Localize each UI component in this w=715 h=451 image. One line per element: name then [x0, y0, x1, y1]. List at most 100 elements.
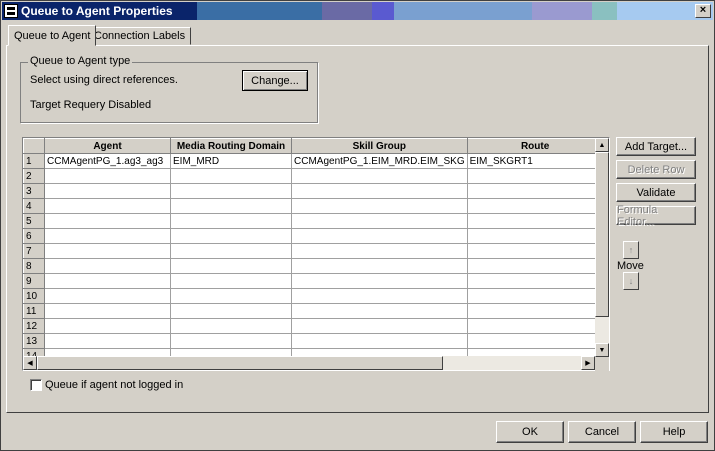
cell-media-routing-domain[interactable] [170, 318, 292, 334]
table-row[interactable]: 6 [23, 228, 604, 244]
cell-route[interactable] [466, 168, 604, 184]
cell-route[interactable] [466, 243, 604, 259]
move-up-icon[interactable]: ↑ [623, 241, 639, 259]
cell-skill-group[interactable] [291, 198, 468, 214]
row-number[interactable]: 9 [23, 273, 45, 289]
cell-media-routing-domain[interactable] [170, 183, 292, 199]
cell-agent[interactable] [44, 183, 171, 199]
cell-agent[interactable] [44, 198, 171, 214]
cell-media-routing-domain[interactable] [170, 258, 292, 274]
horizontal-scroll-thumb[interactable] [37, 356, 443, 370]
table-row[interactable]: 7 [23, 243, 604, 259]
cell-media-routing-domain[interactable] [170, 168, 292, 184]
col-header-skill-group[interactable]: Skill Group [291, 138, 468, 154]
row-number[interactable]: 10 [23, 288, 45, 304]
cell-route[interactable] [466, 333, 604, 349]
cell-route[interactable] [466, 258, 604, 274]
table-row[interactable]: 12 [23, 318, 604, 334]
cell-skill-group[interactable] [291, 333, 468, 349]
cell-agent[interactable] [44, 168, 171, 184]
validate-button[interactable]: Validate [616, 183, 696, 202]
cell-agent[interactable] [44, 303, 171, 319]
cell-route[interactable] [466, 288, 604, 304]
row-number[interactable]: 2 [23, 168, 45, 184]
table-row[interactable]: 9 [23, 273, 604, 289]
tab-connection-labels[interactable]: Connection Labels [88, 27, 192, 45]
col-header-agent[interactable]: Agent [44, 138, 171, 154]
close-button[interactable]: × [695, 4, 711, 18]
cell-media-routing-domain[interactable] [170, 333, 292, 349]
cell-media-routing-domain[interactable] [170, 198, 292, 214]
cell-agent[interactable] [44, 273, 171, 289]
vertical-scrollbar[interactable]: ▲ ▼ [595, 138, 609, 357]
cell-skill-group[interactable] [291, 213, 468, 229]
table-row[interactable]: 5 [23, 213, 604, 229]
table-row[interactable]: 2 [23, 168, 604, 184]
cell-route[interactable] [466, 213, 604, 229]
cell-skill-group[interactable] [291, 303, 468, 319]
cell-agent[interactable] [44, 213, 171, 229]
cell-skill-group[interactable] [291, 288, 468, 304]
cell-agent[interactable] [44, 228, 171, 244]
table-row[interactable]: 13 [23, 333, 604, 349]
change-button[interactable]: Change... [242, 70, 308, 91]
row-number[interactable]: 6 [23, 228, 45, 244]
cell-route[interactable]: EIM_SKGRT1 [466, 153, 604, 169]
table-row[interactable]: 4 [23, 198, 604, 214]
cell-route[interactable] [466, 183, 604, 199]
cell-route[interactable] [466, 198, 604, 214]
cell-route[interactable] [466, 318, 604, 334]
cell-media-routing-domain[interactable]: EIM_MRD [170, 153, 292, 169]
col-header-media-routing-domain[interactable]: Media Routing Domain [170, 138, 292, 154]
row-number[interactable]: 3 [23, 183, 45, 199]
cell-media-routing-domain[interactable] [170, 243, 292, 259]
cell-skill-group[interactable] [291, 243, 468, 259]
add-target-button[interactable]: Add Target... [616, 137, 696, 156]
table-row[interactable]: 10 [23, 288, 604, 304]
cell-media-routing-domain[interactable] [170, 303, 292, 319]
delete-row-button[interactable]: Delete Row [616, 160, 696, 179]
cell-agent[interactable] [44, 333, 171, 349]
grid-corner[interactable] [23, 138, 45, 154]
ok-button[interactable]: OK [496, 421, 564, 443]
row-number[interactable]: 4 [23, 198, 45, 214]
row-number[interactable]: 7 [23, 243, 45, 259]
cell-route[interactable] [466, 228, 604, 244]
cell-agent[interactable] [44, 288, 171, 304]
cell-skill-group[interactable] [291, 258, 468, 274]
table-row[interactable]: 11 [23, 303, 604, 319]
scroll-left-icon[interactable]: ◀ [23, 356, 37, 370]
cell-route[interactable] [466, 273, 604, 289]
row-number[interactable]: 8 [23, 258, 45, 274]
cell-media-routing-domain[interactable] [170, 288, 292, 304]
cell-skill-group[interactable] [291, 183, 468, 199]
queue-if-not-logged-in-label[interactable]: Queue if agent not logged in [45, 379, 183, 391]
cell-agent[interactable] [44, 243, 171, 259]
col-header-route[interactable]: Route [466, 138, 604, 154]
cell-media-routing-domain[interactable] [170, 273, 292, 289]
cell-agent[interactable] [44, 258, 171, 274]
scroll-up-icon[interactable]: ▲ [595, 138, 609, 152]
cell-media-routing-domain[interactable] [170, 228, 292, 244]
help-button[interactable]: Help [640, 421, 708, 443]
row-number[interactable]: 12 [23, 318, 45, 334]
move-down-icon[interactable]: ↓ [623, 272, 639, 290]
row-number[interactable]: 1 [23, 153, 45, 169]
table-row[interactable]: 1 CCMAgentPG_1.ag3_ag3 EIM_MRD CCMAgentPG_1… [23, 153, 604, 169]
cell-skill-group[interactable] [291, 168, 468, 184]
cell-media-routing-domain[interactable] [170, 213, 292, 229]
queue-if-not-logged-in-checkbox[interactable] [30, 379, 42, 391]
table-row[interactable]: 8 [23, 258, 604, 274]
scroll-right-icon[interactable]: ▶ [581, 356, 595, 370]
cell-route[interactable] [466, 303, 604, 319]
vertical-scroll-thumb[interactable] [595, 152, 609, 317]
cell-skill-group[interactable] [291, 228, 468, 244]
targets-grid[interactable]: Agent Media Routing Domain Skill Group R… [23, 138, 604, 364]
formula-editor-button[interactable]: Formula Editor... [616, 204, 696, 228]
tab-queue-to-agent[interactable]: Queue to Agent [8, 25, 97, 46]
cell-skill-group[interactable] [291, 273, 468, 289]
scroll-down-icon[interactable]: ▼ [595, 343, 609, 357]
cancel-button[interactable]: Cancel [568, 421, 636, 443]
cell-agent[interactable]: CCMAgentPG_1.ag3_ag3 [44, 153, 171, 169]
row-number[interactable]: 13 [23, 333, 45, 349]
